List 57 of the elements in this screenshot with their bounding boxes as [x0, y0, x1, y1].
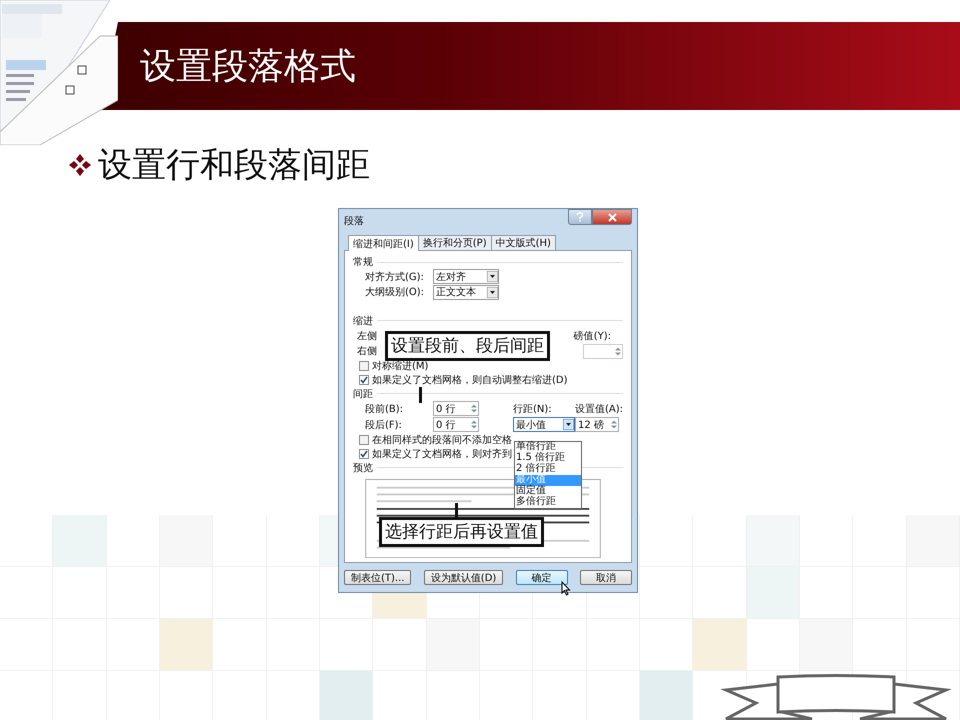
- caret-icon: [487, 286, 498, 298]
- dialog-button[interactable]: 取消: [580, 570, 632, 585]
- dialog-tab[interactable]: 中文版式(H): [490, 235, 556, 250]
- help-button[interactable]: [568, 209, 592, 225]
- checkbox-label: 如果定义了文档网格，则对齐到: [372, 446, 512, 461]
- field-label: 段前(B):: [365, 402, 404, 416]
- dialog-tab[interactable]: 换行和分页(P): [418, 235, 492, 250]
- section-heading: 预览: [353, 462, 373, 475]
- spin-field[interactable]: [583, 344, 623, 359]
- checkbox-label: 在相同样式的段落间不添加空格: [372, 432, 512, 447]
- spin-field[interactable]: 0 行: [433, 401, 479, 416]
- field-label: 磅值(Y):: [574, 330, 611, 343]
- field-label: 左侧: [357, 330, 377, 343]
- line-spacing-dropdown[interactable]: 最小值: [513, 417, 575, 432]
- spin-field[interactable]: 12 磅: [575, 417, 619, 432]
- close-icon: [608, 212, 616, 222]
- diamond-bullet-icon: [68, 153, 92, 177]
- section-heading: 常规: [353, 256, 373, 269]
- list-option[interactable]: 多倍行距: [515, 497, 581, 508]
- section-heading: 间距: [353, 388, 373, 401]
- dropdown-field[interactable]: 正文文本: [433, 284, 499, 300]
- close-button[interactable]: [592, 209, 632, 225]
- dialog-tab[interactable]: 缩进和间距(I): [348, 235, 419, 251]
- callout-label: 选择行距后再设置值: [379, 517, 544, 547]
- spinner-arrows-icon: [470, 419, 478, 430]
- section-heading: 缩进: [353, 314, 373, 328]
- caret-icon: [487, 271, 498, 282]
- checkbox[interactable]: [359, 360, 369, 371]
- field-label: 右侧: [357, 345, 377, 358]
- spinner-arrows-icon: [470, 403, 478, 414]
- checkbox[interactable]: [359, 448, 369, 459]
- checkbox[interactable]: [359, 374, 369, 385]
- slide-title: 设置段落格式: [140, 44, 356, 88]
- list-option[interactable]: 固定值: [515, 486, 581, 497]
- spin-field[interactable]: 0 行: [433, 417, 479, 432]
- question-icon: [576, 212, 584, 222]
- checkbox-label: 如果定义了文档网格，则自动调整右缩进(D): [372, 372, 568, 387]
- mouse-cursor-icon: [561, 581, 571, 596]
- field-label: 大纲级别(O):: [365, 286, 426, 300]
- dialog-button[interactable]: 确定: [516, 570, 568, 585]
- field-label: 段后(F):: [365, 418, 403, 432]
- field-label: 行距(N):: [513, 402, 552, 416]
- field-label: 对齐方式(G):: [365, 270, 425, 284]
- callout-label: 设置段前、段后间距: [385, 331, 550, 361]
- checkbox[interactable]: [359, 434, 369, 445]
- dialog-button[interactable]: 制表位(T)...: [344, 570, 412, 585]
- list-option[interactable]: 单倍行距: [515, 442, 581, 453]
- list-option[interactable]: 1.5 倍行距: [515, 453, 581, 464]
- spinner-arrows-icon: [610, 419, 618, 430]
- list-option[interactable]: 2 倍行距: [515, 464, 581, 475]
- spinner-arrows-icon: [614, 346, 622, 357]
- bullet-text: 设置行和段落间距: [98, 144, 370, 187]
- dialog-button[interactable]: 设为默认值(D): [424, 570, 504, 585]
- field-label: 设置值(A):: [575, 402, 624, 416]
- caret-icon: [563, 419, 574, 430]
- dropdown-field[interactable]: 左对齐: [433, 269, 499, 284]
- dialog-title: 段落: [344, 214, 364, 228]
